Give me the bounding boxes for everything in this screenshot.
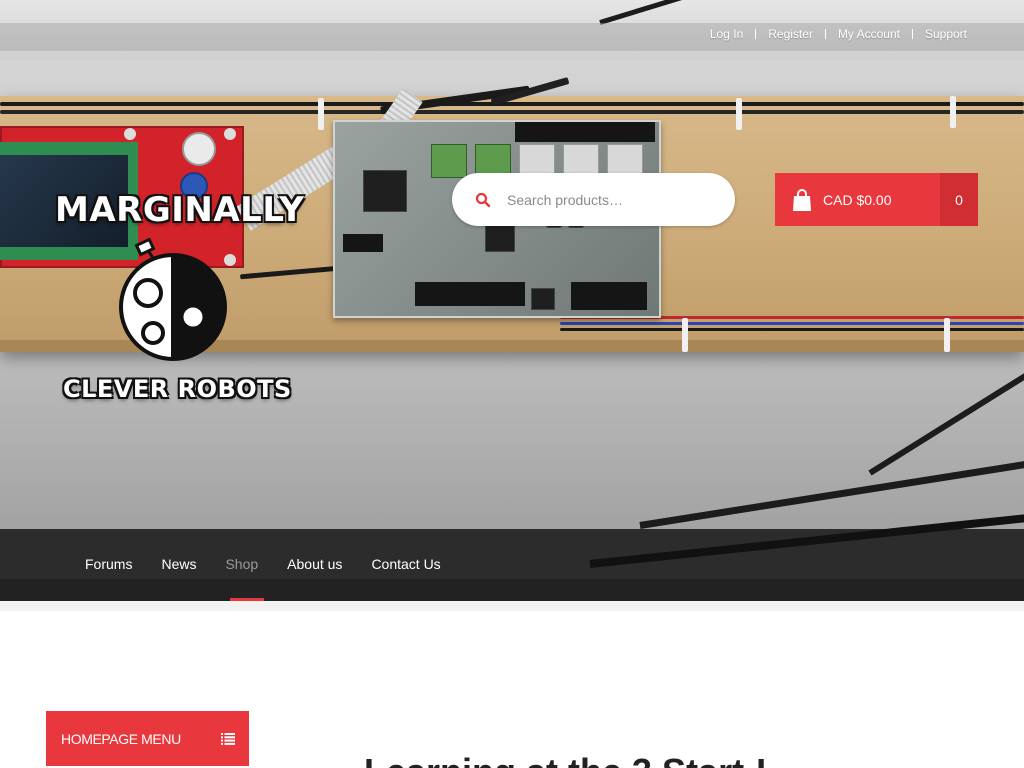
screw (224, 128, 236, 140)
cable (0, 110, 1024, 114)
logo-bottom-text: CLEVER ROBOTS (63, 375, 292, 403)
cart-summary[interactable]: CAD $0.00 (775, 173, 940, 226)
my-account-link[interactable]: My Account (838, 27, 900, 41)
login-link[interactable]: Log In (710, 27, 743, 41)
cable (0, 102, 1024, 106)
cable-clip (736, 98, 742, 130)
logo-top-text: MARGINALLY (55, 190, 305, 230)
nav-item-forums[interactable]: Forums (85, 556, 132, 572)
buzzer (182, 132, 216, 166)
divider (755, 29, 757, 39)
screw (124, 128, 136, 140)
main-menu: Forums News Shop About us Contact Us (85, 556, 470, 572)
pcb-chip (531, 288, 555, 310)
site-logo[interactable]: MARGINALLY CLEVER ROBOTS (55, 190, 304, 410)
account-links: Log In Register My Account Support (710, 24, 967, 44)
cart-count-badge[interactable]: 0 (940, 173, 978, 226)
nav-item-news[interactable]: News (161, 556, 196, 572)
cart-total: CAD $0.00 (823, 191, 892, 208)
cable-clip (682, 318, 688, 352)
cable-clip (318, 98, 324, 130)
support-link[interactable]: Support (925, 27, 967, 41)
cable-clip (950, 96, 956, 128)
homepage-menu-label: HOMEPAGE MENU (61, 730, 181, 747)
shopping-bag-icon (793, 188, 811, 211)
nav-item-about-us[interactable]: About us (287, 556, 342, 572)
search-icon[interactable] (475, 192, 491, 208)
pcb-header (415, 282, 525, 306)
divider (824, 29, 826, 39)
pcb-chip (485, 222, 515, 252)
pcb-header (571, 282, 647, 310)
pcb-chip (363, 170, 407, 212)
product-search (452, 173, 735, 226)
cable (560, 328, 1024, 331)
nav-item-contact-us[interactable]: Contact Us (371, 556, 440, 572)
pcb-header (343, 234, 383, 252)
header-separator (0, 601, 1024, 611)
robot-logo-icon (119, 237, 227, 361)
cable (560, 322, 1024, 325)
cable-clip (944, 318, 950, 352)
register-link[interactable]: Register (768, 27, 813, 41)
pcb-header (515, 122, 655, 142)
stepper-driver (431, 144, 467, 178)
homepage-menu-button[interactable]: HOMEPAGE MENU (46, 711, 249, 766)
search-input[interactable] (507, 191, 717, 208)
page-heading: Learning at the 3 Start-I (364, 752, 766, 768)
list-icon (221, 732, 235, 745)
cart-button[interactable]: CAD $0.00 0 (775, 173, 978, 226)
divider (911, 29, 913, 39)
nav-lower-strip (0, 579, 1024, 601)
nav-item-shop[interactable]: Shop (225, 556, 258, 572)
